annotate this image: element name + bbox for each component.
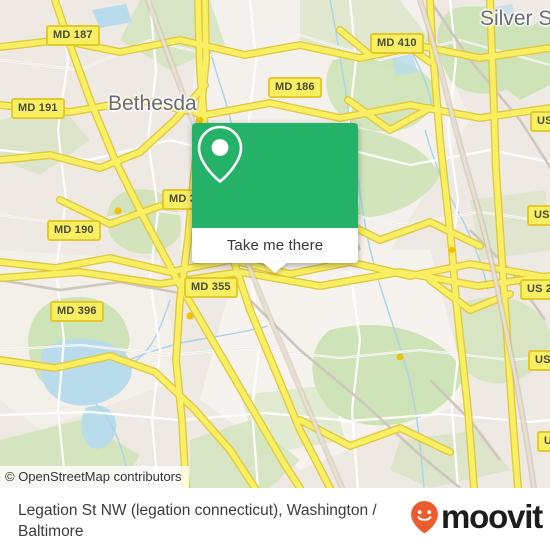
- callout-pin-area: [192, 123, 358, 228]
- moovit-pin-icon: [411, 501, 438, 534]
- location-callout[interactable]: Take me there: [192, 123, 358, 263]
- shield-md-190[interactable]: MD 190: [47, 220, 101, 241]
- shield-us-5[interactable]: U: [537, 431, 550, 452]
- map-canvas[interactable]: Bethesda Silver Sp MD 187 MD 191 MD 410 …: [0, 0, 550, 488]
- shield-md-410[interactable]: MD 410: [370, 33, 424, 54]
- screenshot-root: Bethesda Silver Sp MD 187 MD 191 MD 410 …: [0, 0, 550, 550]
- map-pin-icon: [197, 125, 243, 183]
- shield-us-1[interactable]: US: [530, 111, 550, 132]
- shield-md-186[interactable]: MD 186: [268, 77, 322, 98]
- location-title: Legation St NW (legation connecticut), W…: [18, 502, 377, 540]
- shield-us-4[interactable]: US: [528, 350, 550, 371]
- place-label-silver-spring: Silver Sp: [480, 7, 550, 30]
- callout-tail: [262, 262, 288, 273]
- shield-us-29[interactable]: US 2: [520, 279, 550, 300]
- footer-bar: Legation St NW (legation connecticut), W…: [0, 488, 550, 550]
- place-label-bethesda: Bethesda: [108, 92, 197, 115]
- shield-md-355[interactable]: MD 355: [184, 277, 238, 298]
- moovit-wordmark: moovit: [441, 498, 543, 535]
- shield-md-396[interactable]: MD 396: [50, 301, 104, 322]
- take-me-there-label: Take me there: [226, 237, 324, 254]
- shield-md-187[interactable]: MD 187: [46, 25, 100, 46]
- shield-md-191[interactable]: MD 191: [11, 98, 65, 119]
- moovit-brand[interactable]: moovit: [410, 498, 543, 535]
- shield-us-2[interactable]: US: [527, 205, 550, 226]
- callout-action[interactable]: Take me there: [192, 228, 358, 263]
- osm-attribution[interactable]: © OpenStreetMap contributors: [0, 466, 189, 488]
